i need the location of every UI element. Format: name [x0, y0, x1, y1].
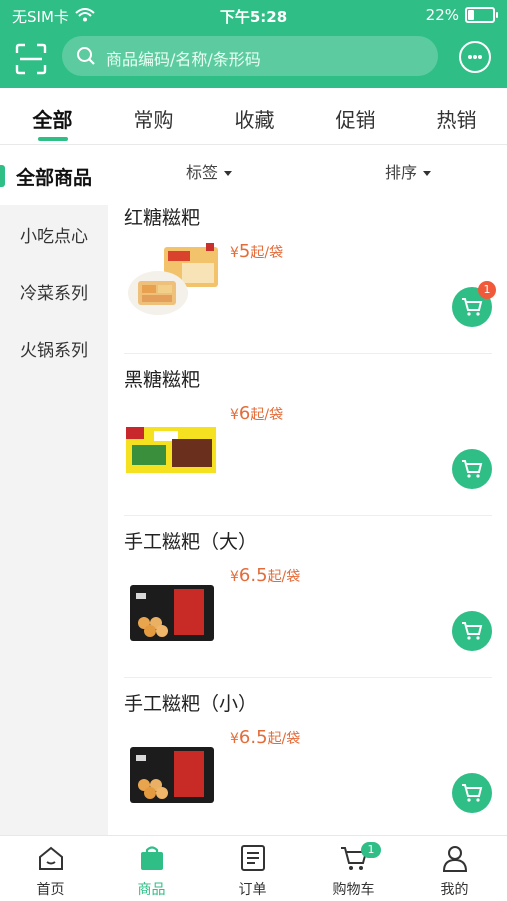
nav-label: 我的 — [440, 882, 469, 898]
nav-label: 商品 — [137, 882, 166, 898]
sidebar-item-snacks[interactable]: 小吃点心 — [0, 222, 108, 247]
dropdown-arrow-icon — [224, 171, 233, 176]
active-tab-indicator — [38, 137, 68, 141]
product-item[interactable]: 黑糖糍粑 ¥6起/袋 — [124, 353, 492, 516]
order-list-icon — [241, 845, 265, 871]
shopping-bag-icon — [141, 846, 163, 870]
cart-icon — [462, 622, 483, 640]
product-name: 手工糍粑（小） — [124, 693, 258, 715]
nav-orders[interactable]: 订单 — [202, 836, 303, 901]
product-price: ¥6.5起/袋 — [230, 565, 301, 586]
status-bar: 无SIM卡 下午5:28 22% — [0, 0, 507, 30]
product-price: ¥5起/袋 — [230, 241, 284, 262]
nav-profile[interactable]: 我的 — [404, 836, 505, 901]
sort-filter[interactable]: 排序 — [385, 159, 432, 183]
product-item[interactable]: 红糖糍粑 ¥5起/袋 1 — [124, 191, 496, 354]
search-icon — [77, 47, 95, 65]
cart-icon — [462, 460, 483, 478]
add-to-cart-button[interactable] — [452, 611, 492, 651]
product-image — [130, 585, 214, 641]
product-image — [126, 427, 216, 473]
category-tabs: 全部 常购 收藏 促销 热销 — [0, 88, 507, 145]
home-icon — [39, 846, 63, 870]
message-icon[interactable] — [459, 41, 491, 73]
tab-all[interactable]: 全部 — [2, 104, 103, 141]
cart-icon — [462, 298, 483, 316]
category-sidebar: 全部商品 小吃点心 冷菜系列 火锅系列 — [0, 145, 108, 835]
sidebar-item-all[interactable]: 全部商品 — [0, 145, 108, 205]
product-item[interactable]: 手工糍粑（小） ¥6.5起/袋 — [124, 677, 492, 840]
add-to-cart-button[interactable]: 1 — [452, 281, 496, 327]
tab-frequent[interactable]: 常购 — [103, 104, 204, 133]
sidebar-item-cold-dishes[interactable]: 冷菜系列 — [0, 279, 108, 304]
product-name: 红糖糍粑 — [124, 207, 201, 229]
filter-bar: 标签 排序 — [108, 145, 507, 195]
scan-icon[interactable] — [14, 42, 48, 76]
nav-label: 订单 — [238, 882, 267, 898]
app-header: 无SIM卡 下午5:28 22% 商品编码/名称/条形码 — [0, 0, 507, 88]
product-price: ¥6起/袋 — [230, 403, 284, 424]
search-input[interactable]: 商品编码/名称/条形码 — [62, 36, 438, 76]
nav-cart[interactable]: 1 购物车 — [303, 836, 404, 901]
nav-home[interactable]: 首页 — [0, 836, 101, 901]
cart-icon — [462, 784, 483, 802]
dropdown-arrow-icon — [423, 171, 432, 176]
search-placeholder: 商品编码/名称/条形码 — [106, 50, 261, 69]
nav-label: 首页 — [36, 882, 65, 898]
tag-filter[interactable]: 标签 — [186, 159, 233, 183]
nav-label: 购物车 — [332, 882, 375, 898]
add-to-cart-button[interactable] — [452, 773, 492, 813]
add-to-cart-button[interactable] — [452, 449, 492, 489]
battery-icon — [465, 7, 498, 23]
battery-percent: 22% — [425, 6, 459, 24]
user-icon — [442, 846, 468, 872]
product-name: 手工糍粑（大） — [124, 531, 258, 553]
sidebar-item-hotpot[interactable]: 火锅系列 — [0, 336, 108, 361]
tab-favorites[interactable]: 收藏 — [204, 104, 305, 133]
product-item[interactable]: 手工糍粑（大） ¥6.5起/袋 — [124, 515, 492, 678]
tab-hot[interactable]: 热销 — [406, 104, 507, 133]
cart-count-badge: 1 — [361, 842, 381, 858]
bottom-nav: 首页 商品 订单 1 购物车 我的 — [0, 835, 507, 901]
cart-quantity-badge: 1 — [478, 281, 496, 299]
product-price: ¥6.5起/袋 — [230, 727, 301, 748]
product-image — [130, 747, 214, 803]
product-name: 黑糖糍粑 — [124, 369, 201, 391]
product-image — [128, 243, 218, 315]
nav-products[interactable]: 商品 — [101, 836, 202, 901]
sidebar-item-label: 全部商品 — [15, 167, 92, 189]
tab-promotion[interactable]: 促销 — [305, 104, 406, 133]
